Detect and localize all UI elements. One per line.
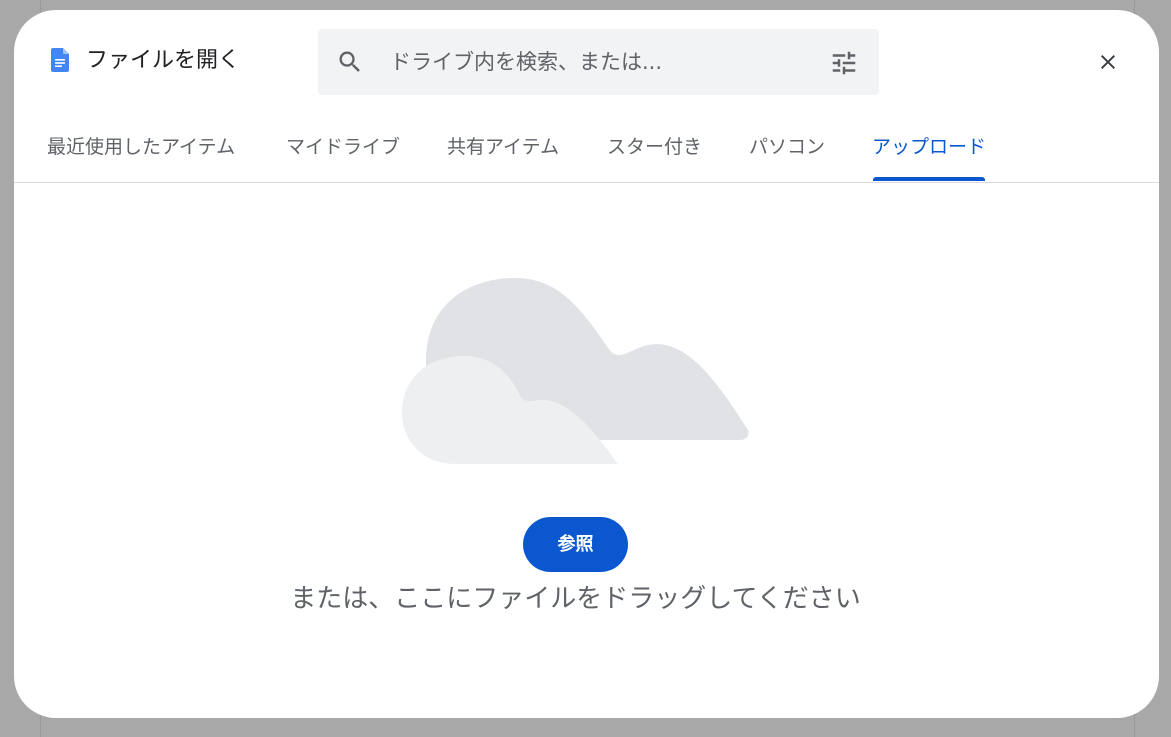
tab-my-drive[interactable]: マイドライブ: [286, 134, 400, 160]
tab-computers[interactable]: パソコン: [749, 134, 825, 160]
search-bar[interactable]: ドライブ内を検索、または...: [318, 29, 879, 95]
dialog-title: ファイルを開く: [86, 48, 241, 73]
tune-icon[interactable]: [829, 48, 859, 78]
google-docs-icon: [51, 48, 69, 72]
search-input[interactable]: ドライブ内を検索、または...: [390, 48, 662, 76]
dialog-header: ファイルを開く ドライブ内を検索、または...: [14, 10, 1159, 110]
drop-hint-text: または、ここにファイルをドラッグしてください: [290, 584, 861, 614]
search-icon[interactable]: [336, 48, 364, 76]
tab-bar: 最近使用したアイテム マイドライブ 共有アイテム スター付き パソコン アップロ…: [14, 110, 1159, 183]
cloud-illustration: [402, 278, 749, 464]
tab-recent[interactable]: 最近使用したアイテム: [47, 134, 235, 160]
close-icon[interactable]: [1096, 50, 1120, 74]
browse-button[interactable]: 参照: [523, 517, 628, 572]
tab-upload[interactable]: アップロード: [872, 134, 986, 160]
open-file-dialog: ファイルを開く ドライブ内を検索、または... 最近使用したアイテム マイドライ…: [14, 10, 1159, 718]
tab-starred[interactable]: スター付き: [607, 134, 702, 160]
tab-shared[interactable]: 共有アイテム: [447, 134, 559, 160]
active-tab-indicator: [873, 177, 985, 181]
